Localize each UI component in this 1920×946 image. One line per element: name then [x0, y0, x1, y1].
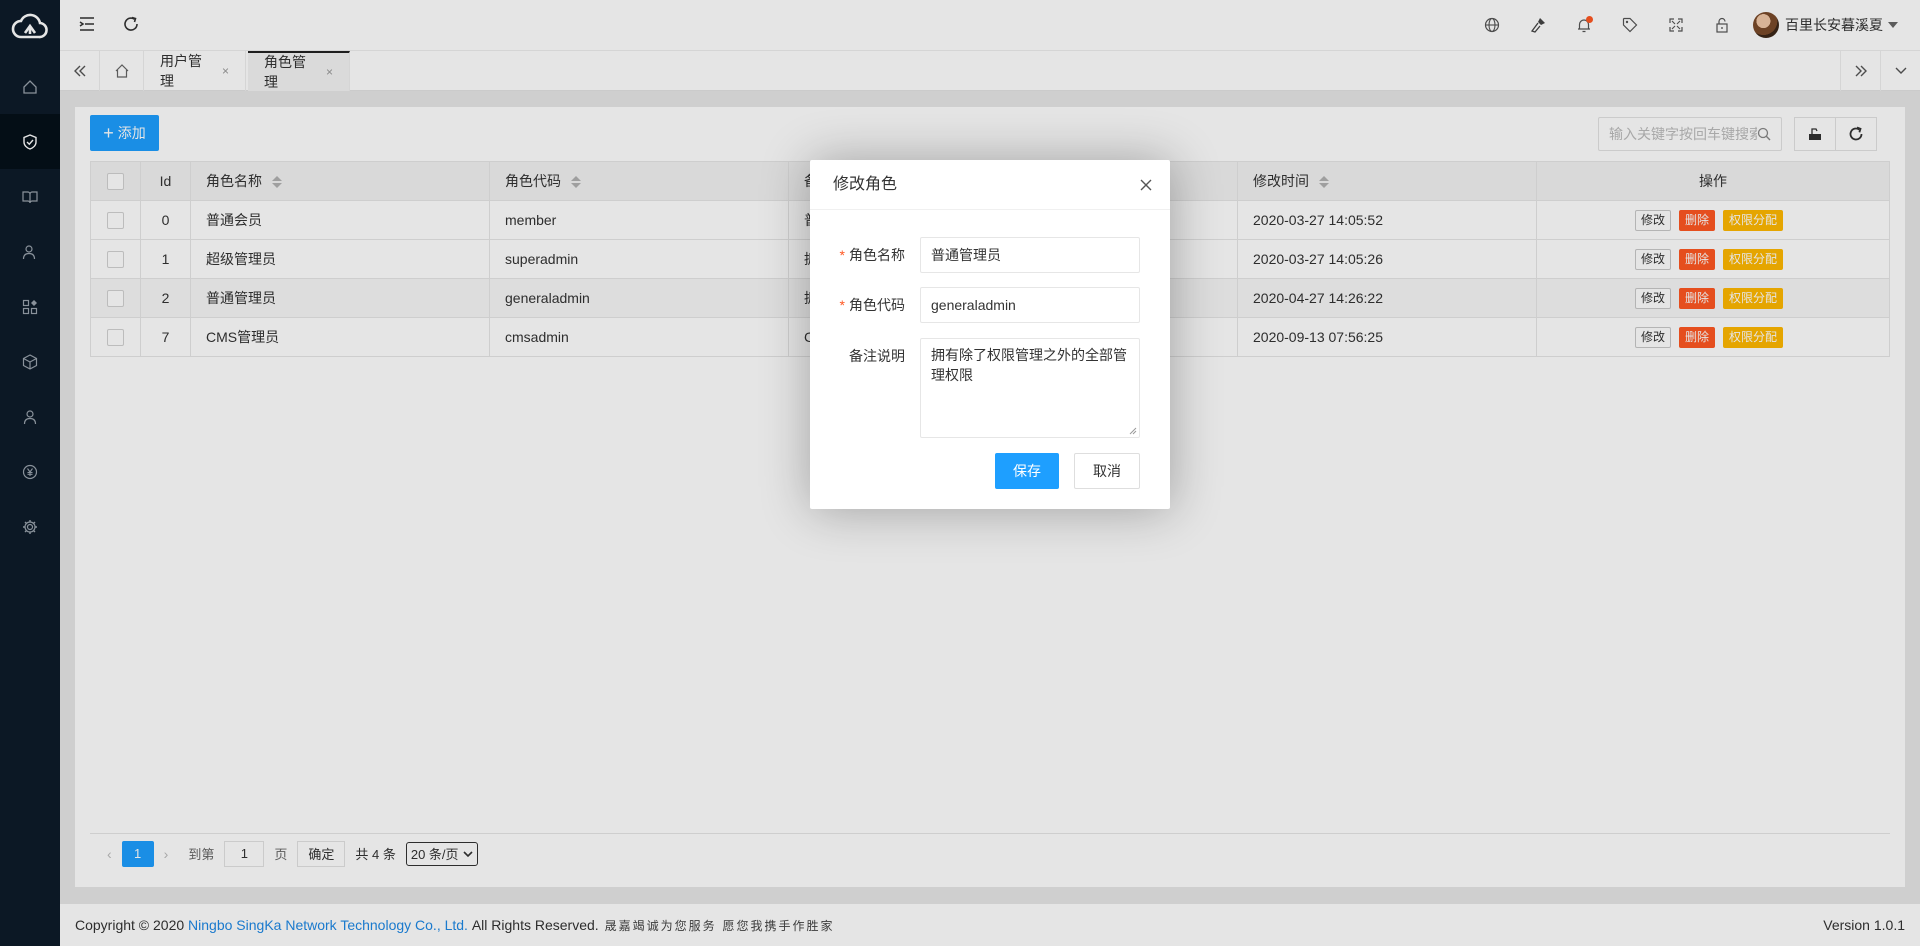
dialog-title: 修改角色 [810, 160, 1170, 210]
name-label: * 角色名称 [810, 237, 920, 273]
note-label: 备注说明 [849, 348, 905, 364]
note-text: 拥有除了权限管理之外的全部管理权限 [931, 347, 1127, 383]
role-code-input[interactable]: generaladmin [920, 287, 1140, 323]
form-row-name: * 角色名称 普通管理员 [810, 237, 1140, 273]
form-row-note: 备注说明 拥有除了权限管理之外的全部管理权限 [810, 338, 1140, 438]
close-icon[interactable] [1138, 177, 1154, 193]
code-label: * 角色代码 [810, 287, 920, 323]
cancel-button[interactable]: 取消 [1074, 453, 1140, 489]
save-button[interactable]: 保存 [995, 453, 1059, 489]
resize-handle-icon[interactable] [1129, 427, 1137, 435]
edit-role-dialog: 修改角色 * 角色名称 普通管理员 * 角色代码 generaladmin 备注说明… [810, 160, 1170, 509]
note-textarea[interactable]: 拥有除了权限管理之外的全部管理权限 [920, 338, 1140, 438]
label-text: 角色代码 [849, 297, 905, 313]
required-mark: * [839, 247, 845, 263]
role-name-input[interactable]: 普通管理员 [920, 237, 1140, 273]
required-mark: * [839, 297, 845, 313]
form-row-code: * 角色代码 generaladmin [810, 287, 1140, 323]
label-text: 角色名称 [849, 247, 905, 263]
